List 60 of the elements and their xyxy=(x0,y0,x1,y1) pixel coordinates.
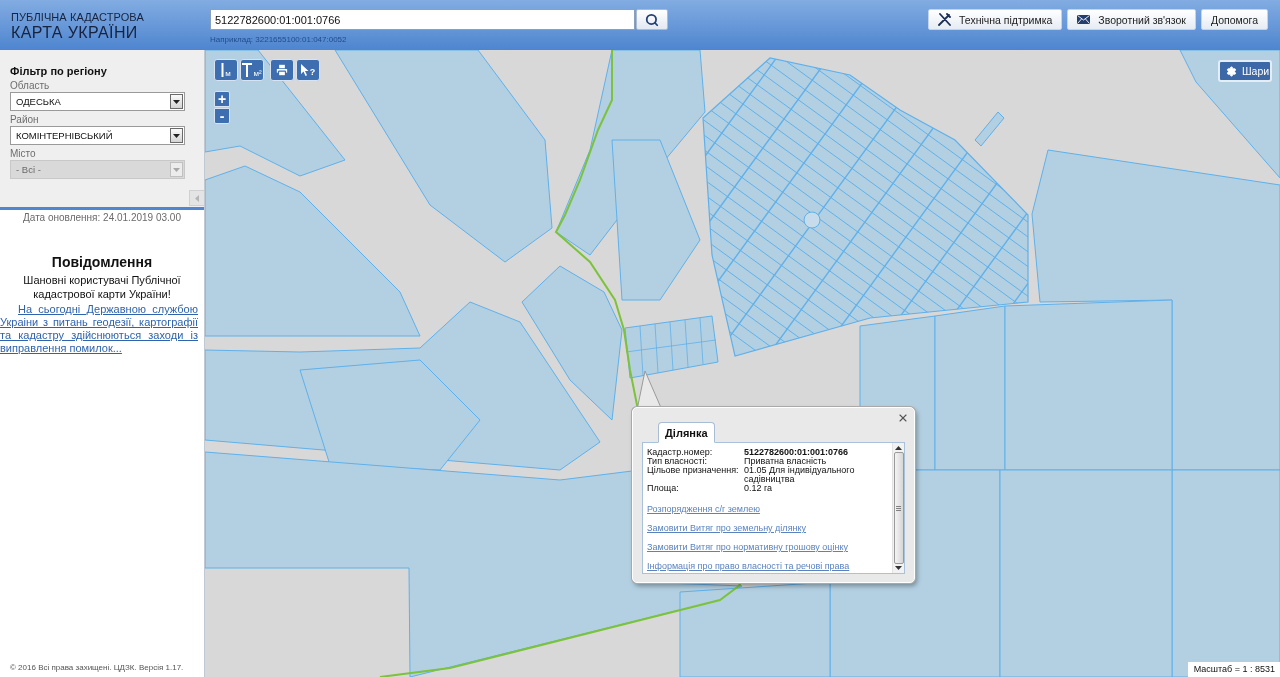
field-label: Місто xyxy=(10,148,36,160)
field-value: Приватна власність xyxy=(744,457,828,466)
crossed-tools-icon xyxy=(937,13,951,26)
layers-button[interactable]: Шари xyxy=(1218,60,1272,82)
update-date: Дата оновлення: 24.01.2019 03.00 xyxy=(23,212,181,224)
popup-link[interactable]: Замовити Витяг про нормативну грошову оцінку xyxy=(647,542,848,552)
scroll-up-icon xyxy=(895,446,902,450)
left-triangle-icon xyxy=(195,194,199,202)
measure-distance-button[interactable]: м xyxy=(214,59,238,81)
map-scale: Масштаб = 1 : 8531 xyxy=(1187,662,1280,677)
notice-link[interactable]: На сьогодні Державною службою Украіни з питань геодезії, картографії та кадастру здійснюються заходи із виправлення помилок... xyxy=(0,303,198,355)
popup-link[interactable]: Інформація про право власності та речові права xyxy=(647,561,850,571)
field-value: 5122782600:01:001:0766 xyxy=(744,448,850,457)
caret-icon xyxy=(170,162,183,177)
support-button[interactable]: Технічна підтримка xyxy=(927,9,1063,30)
field-value: 0.12 га xyxy=(744,484,773,493)
envelope-icon xyxy=(1077,15,1091,24)
field-value: 01.05 Для індивідуального садівництва xyxy=(744,466,856,484)
region-select[interactable]: КОМІНТЕРНІВСЬКИЙ xyxy=(10,126,185,145)
notice-title: Повідомлення xyxy=(51,254,153,270)
field-label: Район xyxy=(10,114,39,126)
popup-link[interactable]: Замовити Витяг про земельну ділянку xyxy=(647,523,806,533)
help-button[interactable]: Допомога xyxy=(1200,9,1268,30)
field-label: Кадастр.номер: xyxy=(647,448,714,457)
zoom-in-button[interactable]: + xyxy=(214,91,230,107)
ruler-bar-icon xyxy=(221,63,225,77)
cursor-arrow-icon xyxy=(300,64,309,76)
t-ruler-icon xyxy=(242,63,253,77)
feedback-button[interactable]: Зворотний зв'язок xyxy=(1067,9,1196,30)
copyright-text: © 2016 Всі права захищені. ЦДЗК. Версія 1.17. xyxy=(9,663,184,674)
land-parcel xyxy=(974,111,1005,147)
close-icon xyxy=(897,412,909,424)
close-button[interactable] xyxy=(897,412,909,424)
search-button[interactable] xyxy=(636,9,668,30)
print-button[interactable] xyxy=(270,59,294,81)
region-select[interactable]: ОДЕСЬКА xyxy=(10,92,185,111)
field-label: Цільове призначення: xyxy=(647,466,740,475)
measure-area-button[interactable]: м² xyxy=(240,59,264,81)
popup-link[interactable]: Розпорядження с/г землею xyxy=(647,504,760,514)
notice-greeting: Шановні користувачі Публічної кадастрової карти України! xyxy=(22,273,182,301)
printer-icon xyxy=(275,63,289,77)
scroll-down-icon xyxy=(895,566,902,570)
search-hint: Наприклад: 3221655100:01:047:0052 xyxy=(210,35,347,45)
zoom-out-button[interactable]: - xyxy=(214,108,230,124)
site-subtitle: ПУБЛІЧНА КАДАСТРОВА xyxy=(11,11,144,24)
field-label: Область xyxy=(10,80,50,92)
caret-icon xyxy=(170,128,183,143)
search-icon xyxy=(645,12,659,27)
popup-tab[interactable]: Ділянка xyxy=(658,422,715,443)
identify-button[interactable]: ? xyxy=(296,59,320,81)
search-field[interactable]: 5122782600:01:001:0766 xyxy=(210,9,635,30)
field-label: Площа: xyxy=(647,484,680,493)
scrollbar-thumb[interactable] xyxy=(893,452,904,564)
field-label: Тип власності: xyxy=(647,457,707,466)
scrollbar[interactable] xyxy=(892,443,904,573)
caret-icon xyxy=(170,94,183,109)
site-title: КАРТА УКРАЇНИ xyxy=(11,24,138,41)
gear-icon xyxy=(1226,65,1237,77)
filter-title: Фільтр по регіону xyxy=(10,65,107,78)
region-select: - Всі - xyxy=(10,160,185,179)
